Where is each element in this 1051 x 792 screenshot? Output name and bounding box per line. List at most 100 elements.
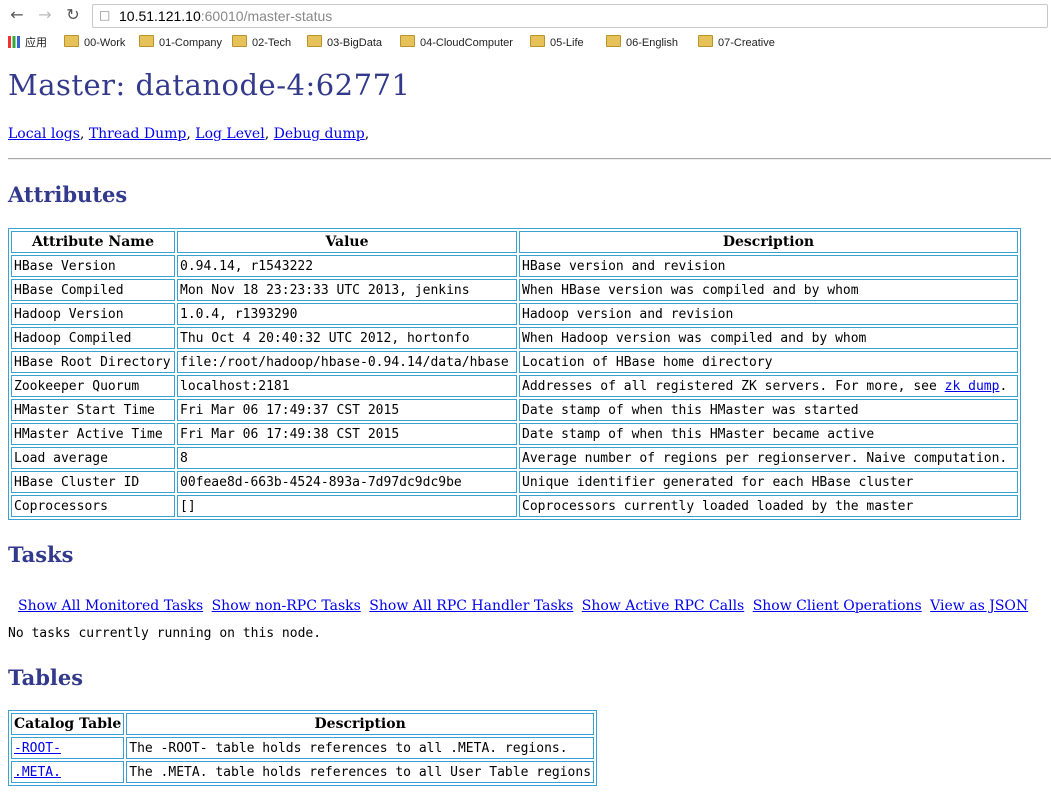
folder-icon bbox=[606, 35, 621, 47]
attribute-value-cell: Mon Nov 18 23:23:33 UTC 2013, jenkins bbox=[177, 279, 517, 301]
attribute-name-cell: Load average bbox=[11, 447, 175, 469]
cell-text: Location of HBase home directory bbox=[522, 354, 773, 370]
cell-text: HBase Compiled bbox=[14, 282, 124, 298]
catalog-table-link[interactable]: .META. bbox=[14, 765, 61, 780]
address-bar[interactable]: □ 10.51.121.10:60010/master-status bbox=[92, 4, 1048, 28]
attribute-name-cell: HMaster Start Time bbox=[11, 399, 175, 421]
local-logs-link[interactable]: Local logs bbox=[8, 126, 80, 142]
debug-dump-link[interactable]: Debug dump bbox=[274, 126, 365, 142]
cell-text: 1.0.4, r1393290 bbox=[180, 306, 298, 322]
bookmarks-bar: 应用 00-Work 01-Company 02-Tech 03-BigData… bbox=[0, 32, 1051, 54]
cell-text: Thu Oct 4 20:40:32 UTC 2012, hortonfo bbox=[180, 330, 470, 346]
table-row: HBase Version 0.94.14, r1543222 HBase vers… bbox=[11, 255, 1018, 277]
bookmark-07-creative[interactable]: 07-Creative bbox=[698, 35, 775, 51]
show-all-monitored-tasks-link[interactable]: Show All Monitored Tasks bbox=[18, 598, 203, 614]
attribute-value-cell: [] bbox=[177, 495, 517, 517]
attribute-description-cell: HBase version and revision bbox=[519, 255, 1018, 277]
attribute-description-cell: Hadoop version and revision bbox=[519, 303, 1018, 325]
column-header: Description bbox=[519, 231, 1018, 253]
attribute-name-cell: Coprocessors bbox=[11, 495, 175, 517]
attribute-description-cell: Unique identifier generated for each HBa… bbox=[519, 471, 1018, 493]
attribute-description-cell: Average number of regions per regionserv… bbox=[519, 447, 1018, 469]
tables-heading: Tables bbox=[8, 665, 84, 690]
attribute-name-cell: HBase Compiled bbox=[11, 279, 175, 301]
cell-text: Hadoop Compiled bbox=[14, 330, 132, 346]
bookmark-04-cloudcomputer[interactable]: 04-CloudComputer bbox=[400, 35, 513, 51]
catalog-table-cell: .META. bbox=[11, 761, 125, 783]
cell-text: Date stamp of when this HMaster was star… bbox=[522, 402, 859, 418]
cell-text: 0.94.14, r1543222 bbox=[180, 258, 314, 274]
show-active-rpc-calls-link[interactable]: Show Active RPC Calls bbox=[582, 598, 745, 614]
page-title: Master: datanode-4:62771 bbox=[8, 68, 411, 102]
cell-text: [] bbox=[180, 498, 196, 514]
tasks-heading: Tasks bbox=[8, 542, 74, 567]
attribute-description-cell: When HBase version was compiled and by w… bbox=[519, 279, 1018, 301]
table-header-row: Catalog Table Description bbox=[11, 713, 595, 735]
cell-text: Fri Mar 06 17:49:38 CST 2015 bbox=[180, 426, 400, 442]
cell-text: When HBase version was compiled and by w… bbox=[522, 282, 859, 298]
reload-icon[interactable]: ↻ bbox=[64, 6, 82, 24]
attribute-description-cell: Addresses of all registered ZK servers. … bbox=[519, 375, 1018, 397]
attribute-name-cell: Hadoop Compiled bbox=[11, 327, 175, 349]
attribute-value-cell: 0.94.14, r1543222 bbox=[177, 255, 517, 277]
attribute-name-cell: HMaster Active Time bbox=[11, 423, 175, 445]
cell-text: Average number of regions per regionserv… bbox=[522, 450, 1008, 466]
bookmark-01-company[interactable]: 01-Company bbox=[139, 35, 222, 51]
attribute-value-cell: Thu Oct 4 20:40:32 UTC 2012, hortonfo bbox=[177, 327, 517, 349]
divider bbox=[8, 158, 1051, 160]
bookmark-03-bigdata[interactable]: 03-BigData bbox=[307, 35, 382, 51]
attribute-value-cell: 1.0.4, r1393290 bbox=[177, 303, 517, 325]
bookmark-apps[interactable]: 应用 bbox=[8, 35, 47, 51]
attribute-name-cell: Hadoop Version bbox=[11, 303, 175, 325]
catalog-description-cell: The .META. table holds references to all… bbox=[126, 761, 595, 783]
folder-icon bbox=[530, 35, 545, 47]
attribute-description-cell: Date stamp of when this HMaster became a… bbox=[519, 423, 1018, 445]
no-tasks-message: No tasks currently running on this node. bbox=[8, 626, 322, 641]
page-icon: □ bbox=[99, 8, 111, 22]
thread-dump-link[interactable]: Thread Dump bbox=[89, 126, 187, 142]
cell-text: Zookeeper Quorum bbox=[14, 378, 140, 394]
cell-text: Mon Nov 18 23:23:33 UTC 2013, jenkins bbox=[180, 282, 470, 298]
show-non-rpc-tasks-link[interactable]: Show non-RPC Tasks bbox=[212, 598, 361, 614]
view-as-json-link[interactable]: View as JSON bbox=[930, 598, 1028, 614]
table-row: HBase Root Directory file:/root/hadoop/hb… bbox=[11, 351, 1018, 373]
bookmark-05-life[interactable]: 05-Life bbox=[530, 35, 584, 51]
forward-arrow-icon[interactable]: → bbox=[36, 6, 54, 24]
back-arrow-icon[interactable]: ← bbox=[8, 6, 26, 24]
log-level-link[interactable]: Log Level bbox=[195, 126, 264, 142]
attribute-description-cell: Coprocessors currently loaded loaded by … bbox=[519, 495, 1018, 517]
bookmark-00-work[interactable]: 00-Work bbox=[64, 35, 125, 51]
cell-text: Hadoop Version bbox=[14, 306, 124, 322]
cell-text: HBase Root Directory bbox=[14, 354, 171, 370]
apps-icon bbox=[8, 36, 20, 48]
show-client-operations-link[interactable]: Show Client Operations bbox=[753, 598, 922, 614]
top-links: Local logs, Thread Dump, Log Level, Debu… bbox=[8, 126, 370, 142]
table-row: .META. The .META. table holds references … bbox=[11, 761, 595, 783]
table-row: HBase Compiled Mon Nov 18 23:23:33 UTC 20… bbox=[11, 279, 1018, 301]
table-row: Load average 8 Average number of regions p… bbox=[11, 447, 1018, 469]
column-header: Catalog Table bbox=[11, 713, 125, 735]
table-row: Hadoop Version 1.0.4, r1393290 Hadoop vers… bbox=[11, 303, 1018, 325]
catalog-table-cell: -ROOT- bbox=[11, 737, 125, 759]
url-text[interactable]: 10.51.121.10:60010/master-status bbox=[119, 8, 332, 24]
column-header: Description bbox=[126, 713, 595, 735]
cell-text: Hadoop version and revision bbox=[522, 306, 734, 322]
bookmark-02-tech[interactable]: 02-Tech bbox=[232, 35, 291, 51]
attribute-name-cell: Zookeeper Quorum bbox=[11, 375, 175, 397]
attribute-name-cell: HBase Root Directory bbox=[11, 351, 175, 373]
browser-toolbar: ← → ↻ □ 10.51.121.10:60010/master-status bbox=[0, 0, 1051, 31]
attribute-value-cell: file:/root/hadoop/hbase-0.94.14/data/hba… bbox=[177, 351, 517, 373]
attribute-value-cell: 00feae8d-663b-4524-893a-7d97dc9dc9be bbox=[177, 471, 517, 493]
cell-text: HBase Version bbox=[14, 258, 116, 274]
bookmark-06-english[interactable]: 06-English bbox=[606, 35, 678, 51]
table-row: HMaster Start Time Fri Mar 06 17:49:37 CS… bbox=[11, 399, 1018, 421]
attribute-value-cell: 8 bbox=[177, 447, 517, 469]
cell-text: Addresses of all registered ZK servers. … bbox=[522, 378, 945, 394]
catalog-table-link[interactable]: -ROOT- bbox=[14, 741, 61, 756]
zk-dump-link[interactable]: zk dump bbox=[945, 379, 1000, 394]
attribute-name-cell: HBase Version bbox=[11, 255, 175, 277]
cell-text: Coprocessors currently loaded loaded by … bbox=[522, 498, 914, 514]
attributes-table: Attribute Name Value Description HBase V… bbox=[8, 228, 1021, 520]
folder-icon bbox=[307, 35, 322, 47]
show-all-rpc-handler-tasks-link[interactable]: Show All RPC Handler Tasks bbox=[369, 598, 573, 614]
